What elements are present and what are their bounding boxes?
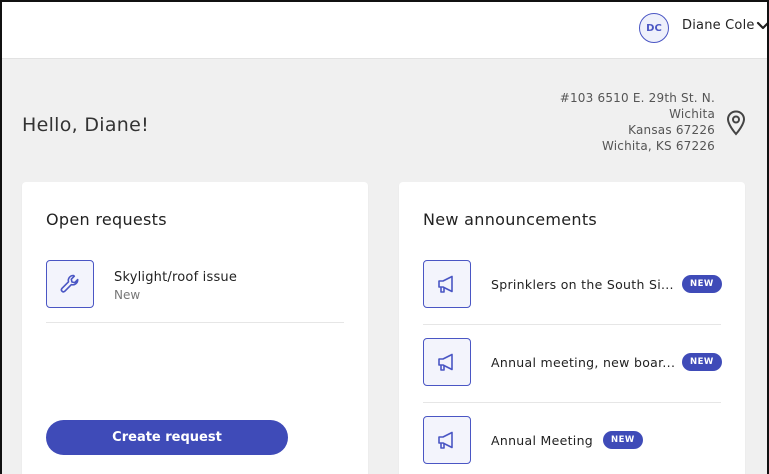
user-name[interactable]: Diane Cole	[682, 18, 755, 33]
announcement-title[interactable]: Annual meeting, new boar...	[491, 355, 675, 370]
open-requests-card: Open requests Skylight/roof issue New Cr…	[22, 182, 368, 474]
megaphone-icon	[423, 338, 471, 386]
megaphone-icon	[423, 416, 471, 464]
divider	[423, 324, 721, 325]
create-request-button[interactable]: Create request	[46, 420, 288, 455]
divider	[46, 322, 344, 323]
greeting-heading: Hello, Diane!	[22, 114, 150, 136]
open-requests-title: Open requests	[46, 210, 167, 229]
new-badge: NEW	[603, 431, 643, 449]
top-bar: DC Diane Cole	[2, 2, 769, 59]
app-frame: DC Diane Cole Hello, Diane! #103 6510 E.…	[0, 0, 769, 474]
new-badge: NEW	[682, 275, 722, 293]
avatar[interactable]: DC	[639, 13, 669, 43]
chevron-down-icon[interactable]	[756, 19, 769, 33]
new-badge: NEW	[682, 353, 722, 371]
address-line-3: Kansas 67226	[628, 123, 715, 137]
address-line-1: #103 6510 E. 29th St. N.	[559, 91, 715, 105]
announcements-card: New announcements Sprinklers on the Sout…	[399, 182, 745, 474]
announcements-title: New announcements	[423, 210, 598, 229]
property-address: #103 6510 E. 29th St. N. Wichita Kansas …	[560, 90, 715, 154]
divider	[423, 402, 721, 403]
address-line-2: Wichita	[669, 107, 715, 121]
address-line-4: Wichita, KS 67226	[601, 139, 715, 153]
announcement-item[interactable]: Sprinklers on the South Si... NEW	[423, 260, 722, 320]
location-pin-icon	[726, 110, 746, 136]
announcement-title[interactable]: Sprinklers on the South Si...	[491, 277, 674, 292]
announcement-title[interactable]: Annual Meeting	[491, 433, 593, 448]
request-status: New	[114, 288, 141, 302]
announcement-item[interactable]: Annual meeting, new boar... NEW	[423, 338, 722, 398]
megaphone-icon	[423, 260, 471, 308]
announcement-item[interactable]: Annual Meeting NEW	[423, 416, 721, 474]
request-title[interactable]: Skylight/roof issue	[114, 270, 237, 285]
wrench-icon	[46, 260, 94, 308]
